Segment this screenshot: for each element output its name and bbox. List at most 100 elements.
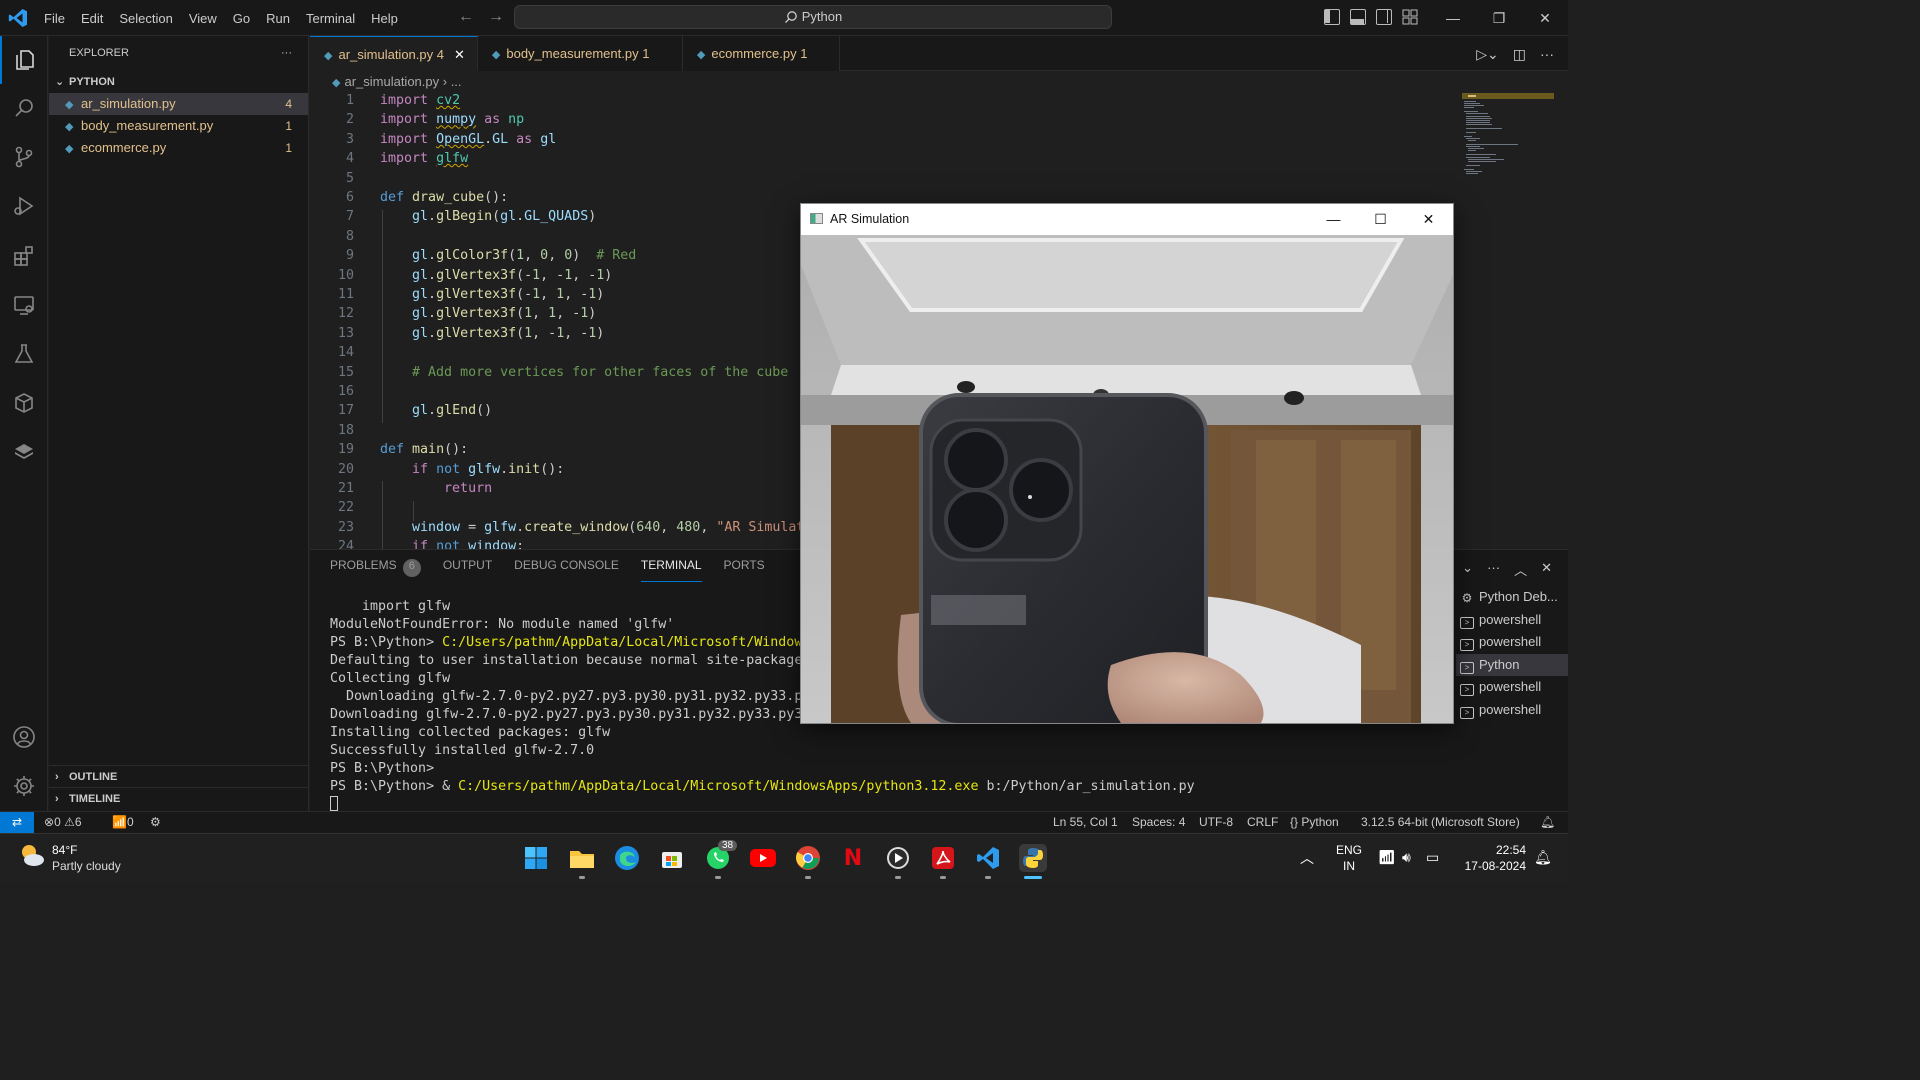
menu-edit[interactable]: Edit bbox=[73, 11, 111, 26]
line-ending[interactable]: CRLF bbox=[1247, 812, 1278, 833]
menu-run[interactable]: Run bbox=[258, 11, 298, 26]
tab-output[interactable]: OUTPUT bbox=[443, 558, 492, 582]
input-language[interactable]: ENG IN bbox=[1336, 842, 1362, 874]
problems-status[interactable]: ⊗0 ⚠6 bbox=[44, 812, 82, 833]
minimap[interactable] bbox=[1462, 93, 1554, 183]
terminal-item[interactable]: > powershell bbox=[1456, 676, 1568, 699]
python-app-icon[interactable] bbox=[1019, 844, 1047, 872]
menu-file[interactable]: File bbox=[36, 11, 73, 26]
vscode-icon[interactable] bbox=[974, 844, 1002, 872]
close-tab-icon[interactable]: ✕ bbox=[454, 47, 465, 62]
terminal-item[interactable]: > powershell bbox=[1456, 609, 1568, 632]
remote-explorer-icon[interactable] bbox=[0, 281, 48, 329]
microsoft-store-icon[interactable] bbox=[658, 844, 686, 872]
menu-go[interactable]: Go bbox=[225, 11, 258, 26]
python-interpreter[interactable]: 3.12.5 64-bit (Microsoft Store) bbox=[1361, 812, 1520, 833]
code-line: gl.glVertex3f(1, 1, -1) bbox=[412, 306, 597, 322]
timeline-section[interactable]: › TIMELINE bbox=[49, 788, 309, 810]
volume-icon[interactable]: 🔊︎ bbox=[1402, 849, 1411, 866]
terminal-item[interactable]: > powershell bbox=[1456, 631, 1568, 654]
breadcrumb-file[interactable]: ar_simulation.py bbox=[344, 74, 439, 89]
tab-debug-console[interactable]: DEBUG CONSOLE bbox=[514, 558, 619, 582]
menu-terminal[interactable]: Terminal bbox=[298, 11, 363, 26]
youtube-icon[interactable] bbox=[749, 844, 777, 872]
chevron-down-icon[interactable]: ⌄ bbox=[1462, 560, 1473, 579]
windows-start-icon[interactable] bbox=[522, 844, 550, 872]
more-actions-icon[interactable]: ··· bbox=[1540, 46, 1554, 63]
tab-body-measurement[interactable]: ◆ body_measurement.py 1 bbox=[477, 36, 683, 71]
search-icon[interactable] bbox=[0, 84, 48, 132]
netflix-icon[interactable]: N bbox=[839, 844, 867, 872]
wifi-icon[interactable]: 📶︎ bbox=[1378, 849, 1396, 866]
minimize-icon[interactable]: — bbox=[1430, 0, 1476, 36]
more-actions-icon[interactable]: ··· bbox=[1487, 560, 1500, 579]
chrome-browser-icon[interactable] bbox=[794, 844, 822, 872]
code-line: gl.glVertex3f(1, -1, -1) bbox=[412, 325, 605, 341]
show-hidden-icons-chevron-icon[interactable]: ︿ bbox=[1300, 848, 1314, 868]
testing-icon[interactable] bbox=[0, 330, 48, 378]
weather-widget[interactable]: 84°F Partly cloudy bbox=[18, 841, 121, 873]
maximize-icon[interactable]: ☐ bbox=[1357, 204, 1404, 235]
maximize-panel-icon[interactable]: ︿ bbox=[1514, 560, 1527, 579]
containers-icon[interactable] bbox=[0, 379, 48, 427]
file-item-ecommerce[interactable]: ◆ ecommerce.py 1 bbox=[49, 137, 308, 159]
indentation[interactable]: Spaces: 4 bbox=[1132, 812, 1185, 833]
remote-indicator-icon[interactable]: ⇄ bbox=[0, 812, 34, 834]
accounts-icon[interactable] bbox=[0, 713, 48, 761]
notification-center-icon[interactable]: 🔔︎ bbox=[1534, 849, 1552, 866]
breadcrumb-symbols[interactable]: ... bbox=[451, 74, 462, 89]
close-icon[interactable]: ✕ bbox=[1522, 0, 1568, 36]
tab-ecommerce[interactable]: ◆ ecommerce.py 1 bbox=[682, 36, 840, 71]
adobe-acrobat-icon[interactable] bbox=[929, 844, 957, 872]
close-panel-icon[interactable]: ✕ bbox=[1541, 560, 1552, 579]
media-player-icon[interactable] bbox=[884, 844, 912, 872]
language-mode[interactable]: {} Python bbox=[1290, 812, 1339, 833]
terminal-item[interactable]: > Python bbox=[1456, 653, 1568, 676]
encoding[interactable]: UTF-8 bbox=[1199, 812, 1233, 833]
extensions-icon[interactable] bbox=[0, 232, 48, 280]
line-number: 12 bbox=[337, 306, 354, 322]
menu-help[interactable]: Help bbox=[363, 11, 406, 26]
toggle-panel-icon[interactable] bbox=[1350, 9, 1366, 25]
menu-selection[interactable]: Selection bbox=[111, 11, 180, 26]
clock[interactable]: 22:54 17-08-2024 bbox=[1456, 842, 1526, 874]
notifications-bell-icon[interactable]: 🔔︎ bbox=[1540, 812, 1555, 833]
whatsapp-icon[interactable]: 38 bbox=[704, 840, 738, 872]
layers-icon[interactable] bbox=[0, 428, 48, 476]
customize-layout-icon[interactable] bbox=[1402, 9, 1418, 25]
ar-window-titlebar[interactable]: AR Simulation — ☐ ✕ bbox=[801, 204, 1453, 235]
minimize-icon[interactable]: — bbox=[1310, 204, 1357, 235]
terminal-line: Successfully installed glfw-2.7.0 bbox=[330, 743, 595, 758]
tab-terminal[interactable]: TERMINAL bbox=[640, 558, 702, 582]
tab-ports[interactable]: PORTS bbox=[724, 558, 765, 582]
file-item-body-measurement[interactable]: ◆ body_measurement.py 1 bbox=[49, 115, 308, 137]
settings-gear-icon[interactable] bbox=[0, 762, 48, 810]
restore-icon[interactable]: ❐ bbox=[1476, 0, 1522, 36]
menu-view[interactable]: View bbox=[181, 11, 225, 26]
edge-browser-icon[interactable] bbox=[613, 844, 641, 872]
run-debug-icon[interactable] bbox=[0, 182, 48, 230]
cursor-position[interactable]: Ln 55, Col 1 bbox=[1053, 812, 1118, 833]
close-icon[interactable]: ✕ bbox=[1405, 204, 1452, 235]
command-center-search[interactable]: Python bbox=[514, 5, 1112, 29]
split-editor-icon[interactable]: ◫ bbox=[1513, 46, 1526, 63]
forward-arrow-icon[interactable]: → bbox=[488, 8, 504, 26]
more-actions-icon[interactable]: ··· bbox=[281, 36, 292, 71]
folder-section-python[interactable]: ⌄ PYTHON bbox=[49, 71, 308, 93]
outline-section[interactable]: › OUTLINE bbox=[49, 766, 309, 788]
terminal-item[interactable]: > powershell bbox=[1456, 699, 1568, 722]
battery-icon[interactable]: ▭ bbox=[1426, 849, 1439, 866]
toggle-sidebar-icon[interactable] bbox=[1324, 9, 1340, 25]
debug-status-icon[interactable]: ⚙ bbox=[150, 812, 161, 833]
source-control-icon[interactable] bbox=[0, 133, 48, 181]
back-arrow-icon[interactable]: ← bbox=[458, 8, 474, 26]
file-explorer-icon[interactable] bbox=[568, 844, 596, 872]
run-python-icon[interactable]: ▷⌄ bbox=[1476, 46, 1499, 63]
ports-status[interactable]: 📶0 bbox=[112, 812, 134, 833]
explorer-icon[interactable] bbox=[0, 36, 48, 84]
tab-ar-simulation[interactable]: ◆ ar_simulation.py 4 ✕ bbox=[310, 36, 478, 71]
terminal-item[interactable]: ⚙ Python Deb... bbox=[1456, 586, 1568, 609]
toggle-secondary-sidebar-icon[interactable] bbox=[1376, 9, 1392, 25]
file-item-ar-simulation[interactable]: ◆ ar_simulation.py 4 bbox=[49, 93, 308, 115]
tab-problems[interactable]: PROBLEMS 6 bbox=[330, 558, 421, 582]
